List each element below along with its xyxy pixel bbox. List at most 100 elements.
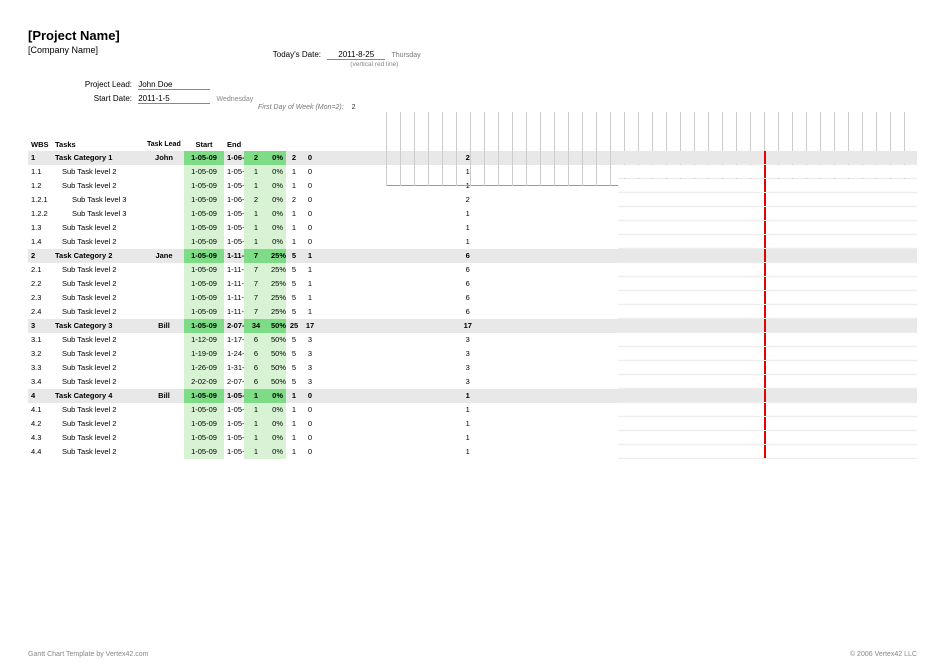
footer-left: Gantt Chart Template by Vertex42.com — [28, 651, 149, 658]
timeline-col — [414, 112, 429, 186]
table-row[interactable]: 2.1Sub Task level 21-05-091-11-09725%516 — [28, 263, 917, 277]
table-row[interactable]: 1.2.1Sub Task level 31-05-091-06-0920%20… — [28, 193, 917, 207]
cell-start: 1-05-09 — [184, 249, 224, 263]
cell-start: 1-26-09 — [184, 361, 224, 375]
timeline-col — [484, 112, 499, 186]
col-tasks: Tasks — [52, 138, 144, 151]
cell-n2: 5 — [286, 333, 302, 347]
cell-n4: 6 — [318, 277, 618, 291]
table-row[interactable]: 3.2Sub Task level 21-19-091-24-09650%533 — [28, 347, 917, 361]
project-name: [Project Name] — [28, 28, 917, 43]
cell-n3: 17 — [302, 319, 318, 333]
cell-pct: 0% — [268, 179, 286, 193]
fdow-value[interactable]: 2 — [352, 104, 356, 111]
table-row[interactable]: 3.1Sub Task level 21-12-091-17-09650%533 — [28, 333, 917, 347]
table-row[interactable]: 2.3Sub Task level 21-05-091-11-09725%516 — [28, 291, 917, 305]
cell-pct: 0% — [268, 151, 286, 165]
table-row[interactable]: 1.2.2Sub Task level 31-05-091-05-0910%10… — [28, 207, 917, 221]
cell-wbs: 3 — [28, 319, 52, 333]
cell-n2: 5 — [286, 375, 302, 389]
cell-wbs: 1.2.2 — [28, 207, 52, 221]
cell-n2: 1 — [286, 235, 302, 249]
table-row[interactable]: 4.3Sub Task level 21-05-091-05-0910%101 — [28, 431, 917, 445]
cell-pct: 50% — [268, 319, 286, 333]
cell-gantt — [618, 319, 918, 333]
today-redline — [764, 291, 766, 304]
table-row[interactable]: 1.4Sub Task level 21-05-091-05-0910%101 — [28, 235, 917, 249]
cell-end: 1-05-09 — [224, 235, 244, 249]
cell-duration: 1 — [244, 179, 268, 193]
timeline-col — [554, 112, 569, 186]
table-row[interactable]: 4Task Category 4Bill1-05-091-05-0910%101 — [28, 389, 917, 403]
table-row[interactable]: 2.2Sub Task level 21-05-091-11-09725%516 — [28, 277, 917, 291]
cell-wbs: 4.3 — [28, 431, 52, 445]
cell-start: 1-05-09 — [184, 291, 224, 305]
cell-end: 1-11-09 — [224, 263, 244, 277]
today-redline — [764, 431, 766, 444]
cell-start: 1-05-09 — [184, 207, 224, 221]
fdow-label: First Day of Week (Mon=2): — [258, 104, 344, 111]
table-row[interactable]: 3Task Category 3Bill1-05-092-07-093450%2… — [28, 319, 917, 333]
cell-pct: 0% — [268, 165, 286, 179]
cell-end: 2-07-09 — [224, 319, 244, 333]
timeline-col — [400, 112, 415, 186]
cell-task: Task Category 1 — [52, 151, 144, 165]
cell-start: 1-19-09 — [184, 347, 224, 361]
cell-start: 1-05-09 — [184, 431, 224, 445]
cell-n3: 1 — [302, 249, 318, 263]
cell-n4: 17 — [318, 319, 618, 333]
lead-value[interactable]: John Doe — [138, 80, 210, 90]
cell-start: 1-05-09 — [184, 305, 224, 319]
cell-end: 1-17-09 — [224, 333, 244, 347]
table-row[interactable]: 3.4Sub Task level 22-02-092-07-09650%533 — [28, 375, 917, 389]
table-row[interactable]: 2.4Sub Task level 21-05-091-11-09725%516 — [28, 305, 917, 319]
cell-task: Sub Task level 2 — [52, 347, 144, 361]
footer: Gantt Chart Template by Vertex42.com © 2… — [28, 651, 917, 658]
table-row[interactable]: 4.4Sub Task level 21-05-091-05-0910%101 — [28, 445, 917, 459]
cell-task: Sub Task level 2 — [52, 235, 144, 249]
cell-duration: 1 — [244, 389, 268, 403]
cell-task: Sub Task level 2 — [52, 277, 144, 291]
cell-task: Task Category 4 — [52, 389, 144, 403]
today-redline — [764, 333, 766, 346]
cell-n2: 1 — [286, 403, 302, 417]
cell-start: 1-05-09 — [184, 193, 224, 207]
cell-task: Sub Task level 2 — [52, 305, 144, 319]
cell-task: Sub Task level 2 — [52, 431, 144, 445]
cell-duration: 6 — [244, 333, 268, 347]
timeline-col — [526, 112, 541, 186]
start-value[interactable]: 2011-1-5 — [138, 94, 210, 104]
cell-end: 1-05-09 — [224, 207, 244, 221]
cell-duration: 1 — [244, 235, 268, 249]
cell-n4: 1 — [318, 431, 618, 445]
cell-pct: 50% — [268, 375, 286, 389]
cell-n3: 0 — [302, 417, 318, 431]
cell-pct: 0% — [268, 193, 286, 207]
today-redline — [764, 193, 766, 206]
cell-n2: 2 — [286, 151, 302, 165]
today-value[interactable]: 2011-8-25 — [327, 50, 385, 60]
table-row[interactable]: 3.3Sub Task level 21-26-091-31-09650%533 — [28, 361, 917, 375]
cell-start: 1-05-09 — [184, 277, 224, 291]
cell-pct: 0% — [268, 431, 286, 445]
cell-task: Sub Task level 2 — [52, 417, 144, 431]
table-row[interactable]: 1.3Sub Task level 21-05-091-05-0910%101 — [28, 221, 917, 235]
table-row[interactable]: 2Task Category 2Jane1-05-091-11-09725%51… — [28, 249, 917, 263]
company-name: [Company Name] — [28, 45, 917, 55]
first-day-of-week: First Day of Week (Mon=2): 2 — [258, 104, 356, 111]
cell-n4: 3 — [318, 375, 618, 389]
cell-n2: 1 — [286, 445, 302, 459]
cell-n3: 0 — [302, 207, 318, 221]
cell-end: 1-06-09 — [224, 193, 244, 207]
timeline-col — [582, 112, 597, 186]
cell-gantt — [618, 375, 918, 389]
start-label: Start Date: — [68, 94, 132, 103]
cell-pct: 25% — [268, 263, 286, 277]
cell-pct: 0% — [268, 389, 286, 403]
cell-pct: 25% — [268, 305, 286, 319]
table-row[interactable]: 4.2Sub Task level 21-05-091-05-0910%101 — [28, 417, 917, 431]
col-lead: Task Lead — [144, 138, 184, 151]
cell-n3: 3 — [302, 361, 318, 375]
cell-n2: 1 — [286, 165, 302, 179]
table-row[interactable]: 4.1Sub Task level 21-05-091-05-0910%101 — [28, 403, 917, 417]
